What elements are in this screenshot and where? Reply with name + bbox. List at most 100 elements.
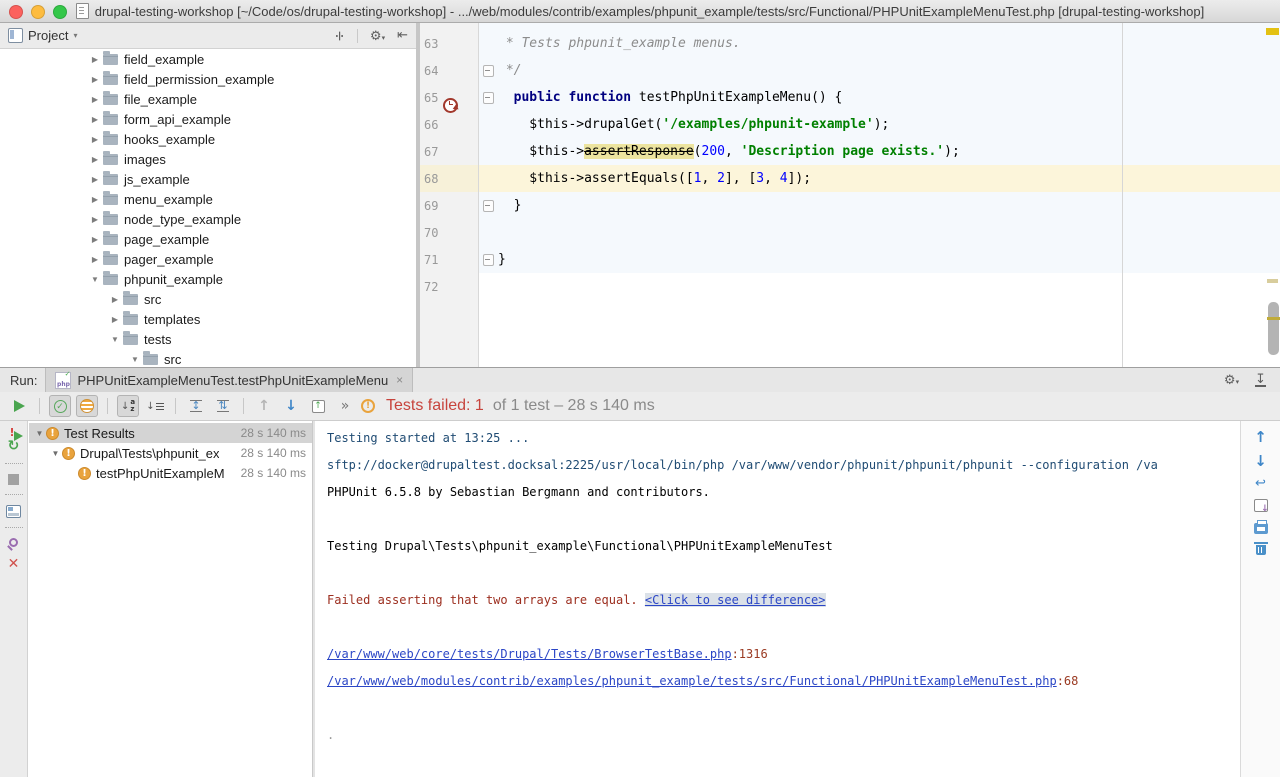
code-text[interactable]: $this->assertResponse(200, 'Description … xyxy=(498,144,1280,159)
print-icon[interactable] xyxy=(1254,523,1268,534)
chevron-collapsed-icon[interactable]: ▶ xyxy=(88,75,102,84)
chevron-collapsed-icon[interactable]: ▶ xyxy=(88,195,102,204)
chevron-collapsed-icon[interactable]: ▶ xyxy=(88,215,102,224)
chevron-collapsed-icon[interactable]: ▶ xyxy=(108,315,122,324)
next-failed-test-button[interactable]: ↓ xyxy=(280,395,302,417)
editor-scrollbar-thumb[interactable] xyxy=(1268,302,1279,355)
editor-line[interactable]: 66 $this->drupalGet('/examples/phpunit-e… xyxy=(420,111,1280,138)
restore-layout-icon[interactable] xyxy=(6,505,21,518)
project-tree-item[interactable]: ▶templates xyxy=(0,309,416,329)
project-tree-item[interactable]: ▶node_type_example xyxy=(0,209,416,229)
chevron-collapsed-icon[interactable]: ▶ xyxy=(88,135,102,144)
code-text[interactable]: */ xyxy=(498,63,1280,78)
project-tree-item[interactable]: ▶images xyxy=(0,149,416,169)
editor-line[interactable]: 63 * Tests phpunit_example menus. xyxy=(420,30,1280,57)
previous-failed-test-button[interactable]: ↑ xyxy=(253,395,275,417)
project-panel-title[interactable]: Project xyxy=(28,28,68,43)
project-tree-item[interactable]: ▶file_example xyxy=(0,89,416,109)
chevron-expanded-icon[interactable]: ▼ xyxy=(128,355,142,364)
show-ignored-toggle[interactable] xyxy=(76,395,98,417)
test-console-output[interactable]: Testing started at 13:25 ...sftp://docke… xyxy=(315,421,1240,777)
editor-lines[interactable]: 63 * Tests phpunit_example menus.64 */65… xyxy=(420,30,1280,300)
locate-file-icon[interactable]: ÷ xyxy=(331,30,347,42)
run-configuration-tab[interactable]: php PHPUnitExampleMenuTest.testPhpUnitEx… xyxy=(45,368,413,392)
project-view-dropdown-icon[interactable]: ▾ xyxy=(73,31,77,40)
close-tab-icon[interactable]: × xyxy=(396,373,403,387)
chevron-expanded-icon[interactable]: ▼ xyxy=(108,335,122,344)
warning-stripe-mark-2[interactable] xyxy=(1267,317,1280,320)
editor-line[interactable]: 68 $this->assertEquals([1, 2], [3, 4]); xyxy=(420,165,1280,192)
chevron-expanded-icon[interactable]: ▼ xyxy=(88,275,102,284)
editor-line[interactable]: 67 $this->assertResponse(200, 'Descripti… xyxy=(420,138,1280,165)
chevron-collapsed-icon[interactable]: ▶ xyxy=(88,155,102,164)
show-passed-toggle[interactable]: ✓ xyxy=(49,395,71,417)
rerun-button[interactable] xyxy=(8,395,30,417)
project-settings-gear-icon[interactable]: ⚙▾ xyxy=(370,28,385,44)
code-text[interactable]: } xyxy=(498,198,1280,213)
hide-panel-icon[interactable]: ⇤ xyxy=(397,28,408,43)
chevron-collapsed-icon[interactable]: ▶ xyxy=(88,175,102,184)
pin-tab-icon[interactable] xyxy=(9,538,18,547)
up-stacktrace-icon[interactable]: ↑ xyxy=(1254,429,1267,445)
code-text[interactable]: $this->drupalGet('/examples/phpunit-exam… xyxy=(498,117,1280,132)
project-tree-item[interactable]: ▼phpunit_example xyxy=(0,269,416,289)
chevron-collapsed-icon[interactable]: ▶ xyxy=(108,295,122,304)
editor-line[interactable]: 70 xyxy=(420,219,1280,246)
chevron-collapsed-icon[interactable]: ▶ xyxy=(88,95,102,104)
more-actions-chevron[interactable]: » xyxy=(334,395,356,417)
zoom-window-button[interactable] xyxy=(53,5,67,19)
fold-marker-icon[interactable] xyxy=(483,200,494,212)
project-tree-item[interactable]: ▶pager_example xyxy=(0,249,416,269)
code-text[interactable]: * Tests phpunit_example menus. xyxy=(498,36,1280,51)
project-tree-item[interactable]: ▶hooks_example xyxy=(0,129,416,149)
code-text[interactable]: $this->assertEquals([1, 2], [3, 4]); xyxy=(498,171,1280,186)
project-tree-item[interactable]: ▼tests xyxy=(0,329,416,349)
clear-all-icon[interactable] xyxy=(1256,545,1266,555)
hide-run-panel-icon[interactable]: ↧ xyxy=(1255,374,1266,387)
editor-line[interactable]: 64 */ xyxy=(420,57,1280,84)
close-window-button[interactable] xyxy=(9,5,23,19)
test-tree-item[interactable]: ▼!Test Results28 s 140 ms xyxy=(29,423,312,443)
test-results-tree[interactable]: ▼!Test Results28 s 140 ms▼!Drupal\Tests\… xyxy=(29,421,312,777)
sort-alphabetically-toggle[interactable]: ↓az xyxy=(117,395,139,417)
diff-link[interactable]: <Click to see difference> xyxy=(645,593,826,607)
fold-marker-icon[interactable] xyxy=(483,65,494,77)
expand-all-button[interactable]: ↕ xyxy=(185,395,207,417)
minimize-window-button[interactable] xyxy=(31,5,45,19)
code-text[interactable]: } xyxy=(498,252,1280,267)
warning-stripe-mark[interactable] xyxy=(1267,279,1278,283)
project-tree-item[interactable]: ▶field_permission_example xyxy=(0,69,416,89)
close-run-panel-icon[interactable]: ✕ xyxy=(8,556,20,572)
project-tree-item[interactable]: ▶src xyxy=(0,289,416,309)
editor-error-stripe[interactable] xyxy=(1266,23,1280,367)
project-tree-item[interactable]: ▶menu_example xyxy=(0,189,416,209)
stop-button-disabled[interactable] xyxy=(8,474,19,485)
test-tree-item[interactable]: ▼!Drupal\Tests\phpunit_ex28 s 140 ms xyxy=(29,443,312,463)
run-settings-gear-icon[interactable]: ⚙▾ xyxy=(1224,372,1239,388)
project-tree-item[interactable]: ▶page_example xyxy=(0,229,416,249)
fold-marker-icon[interactable] xyxy=(483,92,494,104)
editor-line[interactable]: 65 public function testPhpUnitExampleMen… xyxy=(420,84,1280,111)
console-file-link[interactable]: /var/www/web/modules/contrib/examples/ph… xyxy=(327,674,1057,688)
editor-line[interactable]: 72 xyxy=(420,273,1280,300)
scroll-to-end-icon[interactable] xyxy=(1254,499,1268,512)
import-test-results-button[interactable]: ↑ xyxy=(307,395,329,417)
file-status-warning-mark[interactable] xyxy=(1266,28,1279,35)
chevron-collapsed-icon[interactable]: ▶ xyxy=(88,235,102,244)
project-tree-item[interactable]: ▼src xyxy=(0,349,416,367)
project-tree-item[interactable]: ▶field_example xyxy=(0,49,416,69)
chevron-collapsed-icon[interactable]: ▶ xyxy=(88,255,102,264)
code-text[interactable]: public function testPhpUnitExampleMenu()… xyxy=(498,90,1280,105)
project-tree-item[interactable]: ▶js_example xyxy=(0,169,416,189)
code-editor[interactable]: 63 * Tests phpunit_example menus.64 */65… xyxy=(420,23,1280,367)
console-file-link[interactable]: /var/www/web/core/tests/Drupal/Tests/Bro… xyxy=(327,647,732,661)
sort-by-duration-toggle[interactable]: ↓ xyxy=(144,395,166,417)
project-tree-item[interactable]: ▶form_api_example xyxy=(0,109,416,129)
project-tree[interactable]: ▶field_example▶field_permission_example▶… xyxy=(0,49,416,367)
chevron-expanded-icon[interactable]: ▼ xyxy=(33,429,46,438)
collapse-all-button[interactable]: ⇅ xyxy=(212,395,234,417)
fold-marker-icon[interactable] xyxy=(483,254,494,266)
chevron-expanded-icon[interactable]: ▼ xyxy=(49,449,62,458)
editor-line[interactable]: 69 } xyxy=(420,192,1280,219)
test-tree-item[interactable]: !testPhpUnitExampleM28 s 140 ms xyxy=(29,463,312,483)
